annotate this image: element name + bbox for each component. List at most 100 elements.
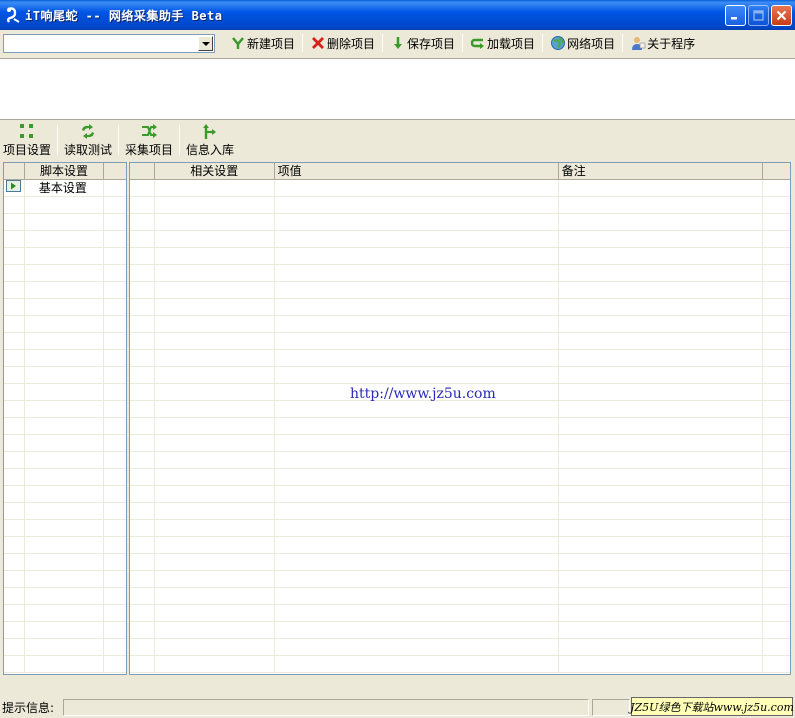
remark-cell[interactable]: [559, 639, 764, 655]
table-row[interactable]: [130, 248, 790, 265]
remark-cell[interactable]: [559, 367, 764, 383]
value-cell[interactable]: [275, 316, 559, 332]
remark-cell[interactable]: [559, 197, 764, 213]
related-setting-cell[interactable]: [155, 180, 275, 196]
script-setting-cell[interactable]: [25, 469, 105, 485]
related-setting-cell[interactable]: [155, 367, 275, 383]
table-row[interactable]: [4, 452, 126, 469]
value-cell[interactable]: [275, 571, 559, 587]
related-setting-cell[interactable]: [155, 554, 275, 570]
table-row[interactable]: [130, 503, 790, 520]
table-row[interactable]: [130, 418, 790, 435]
remark-cell[interactable]: [559, 486, 764, 502]
related-setting-cell[interactable]: [155, 299, 275, 315]
value-cell[interactable]: [275, 639, 559, 655]
remark-cell[interactable]: [559, 214, 764, 230]
network-project-button[interactable]: 网络项目: [546, 33, 619, 53]
remark-cell[interactable]: [559, 435, 764, 451]
value-cell[interactable]: [275, 197, 559, 213]
related-settings-header[interactable]: 相关设置: [155, 163, 275, 180]
script-setting-cell[interactable]: [25, 367, 105, 383]
table-row[interactable]: [4, 282, 126, 299]
table-row[interactable]: [130, 656, 790, 673]
script-setting-cell[interactable]: [25, 435, 105, 451]
script-setting-cell[interactable]: [25, 418, 105, 434]
script-setting-cell[interactable]: [25, 639, 105, 655]
related-setting-cell[interactable]: [155, 401, 275, 417]
related-setting-cell[interactable]: [155, 452, 275, 468]
import-info-button[interactable]: 信息入库: [184, 121, 236, 157]
script-setting-cell[interactable]: 基本设置: [25, 180, 105, 196]
table-row[interactable]: [130, 571, 790, 588]
project-combo[interactable]: [3, 34, 215, 53]
related-setting-cell[interactable]: [155, 384, 275, 400]
value-cell[interactable]: [275, 214, 559, 230]
value-cell[interactable]: [275, 537, 559, 553]
script-setting-cell[interactable]: [25, 231, 105, 247]
table-row[interactable]: [4, 469, 126, 486]
remark-cell[interactable]: [559, 418, 764, 434]
table-row[interactable]: [130, 401, 790, 418]
value-cell[interactable]: [275, 299, 559, 315]
value-cell[interactable]: [275, 554, 559, 570]
related-setting-cell[interactable]: [155, 588, 275, 604]
remark-cell[interactable]: [559, 605, 764, 621]
script-setting-cell[interactable]: [25, 503, 105, 519]
related-setting-cell[interactable]: [155, 503, 275, 519]
value-cell[interactable]: [275, 588, 559, 604]
value-cell[interactable]: [275, 469, 559, 485]
delete-project-button[interactable]: 删除项目: [306, 33, 379, 53]
remark-cell[interactable]: [559, 231, 764, 247]
remark-cell[interactable]: [559, 656, 764, 672]
script-setting-cell[interactable]: [25, 622, 105, 638]
collect-project-button[interactable]: 采集项目: [123, 121, 175, 157]
project-settings-button[interactable]: 项目设置: [1, 121, 53, 157]
script-setting-cell[interactable]: [25, 333, 105, 349]
remark-cell[interactable]: [559, 350, 764, 366]
related-setting-cell[interactable]: [155, 537, 275, 553]
table-row[interactable]: [4, 503, 126, 520]
script-setting-cell[interactable]: [25, 401, 105, 417]
related-setting-cell[interactable]: [155, 333, 275, 349]
value-cell[interactable]: [275, 605, 559, 621]
value-cell[interactable]: [275, 401, 559, 417]
value-cell[interactable]: [275, 656, 559, 672]
table-row[interactable]: [4, 384, 126, 401]
table-row[interactable]: [4, 299, 126, 316]
minimize-button[interactable]: [725, 5, 746, 26]
remark-cell[interactable]: [559, 452, 764, 468]
related-setting-cell[interactable]: [155, 486, 275, 502]
remark-cell[interactable]: [559, 333, 764, 349]
table-row[interactable]: [130, 350, 790, 367]
related-setting-cell[interactable]: [155, 622, 275, 638]
remark-cell[interactable]: [559, 571, 764, 587]
save-project-button[interactable]: 保存项目: [386, 33, 459, 53]
new-project-button[interactable]: 新建项目: [226, 33, 299, 53]
related-setting-cell[interactable]: [155, 197, 275, 213]
remark-cell[interactable]: [559, 299, 764, 315]
script-setting-cell[interactable]: [25, 248, 105, 264]
table-row[interactable]: [130, 452, 790, 469]
table-row[interactable]: [130, 435, 790, 452]
related-setting-cell[interactable]: [155, 605, 275, 621]
table-row[interactable]: [4, 622, 126, 639]
maximize-button[interactable]: [748, 5, 769, 26]
related-setting-cell[interactable]: [155, 571, 275, 587]
value-cell[interactable]: [275, 282, 559, 298]
script-setting-cell[interactable]: [25, 588, 105, 604]
table-row[interactable]: [130, 588, 790, 605]
table-row[interactable]: [130, 180, 790, 197]
remark-cell[interactable]: [559, 265, 764, 281]
combo-dropdown-arrow[interactable]: [198, 36, 213, 51]
table-row[interactable]: [130, 367, 790, 384]
remark-cell[interactable]: [559, 622, 764, 638]
table-row[interactable]: [130, 231, 790, 248]
table-row[interactable]: [130, 214, 790, 231]
table-row[interactable]: [4, 435, 126, 452]
table-row[interactable]: [4, 197, 126, 214]
script-setting-cell[interactable]: [25, 316, 105, 332]
value-cell[interactable]: [275, 350, 559, 366]
table-row[interactable]: [130, 486, 790, 503]
table-row[interactable]: [130, 282, 790, 299]
table-row[interactable]: [4, 231, 126, 248]
